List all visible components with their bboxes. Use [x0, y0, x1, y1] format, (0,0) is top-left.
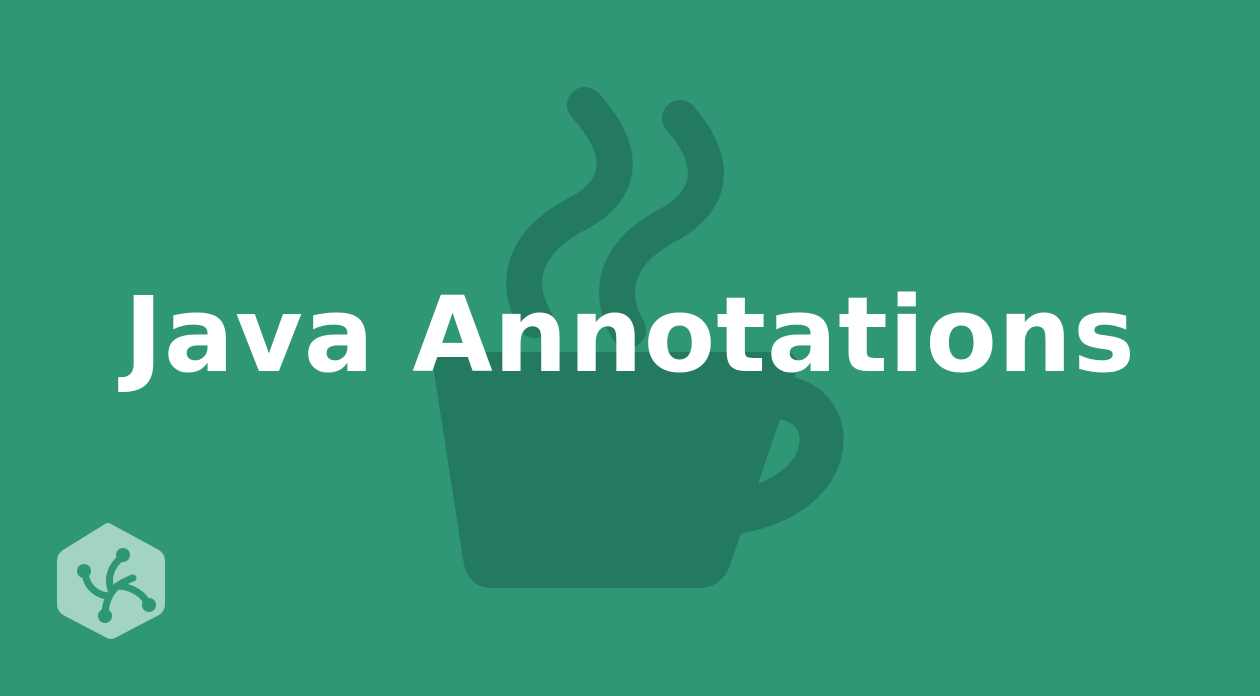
title-card: Java Annotations	[0, 0, 1260, 696]
page-title: Java Annotations	[124, 274, 1136, 396]
treehouse-logo-icon	[57, 523, 165, 639]
